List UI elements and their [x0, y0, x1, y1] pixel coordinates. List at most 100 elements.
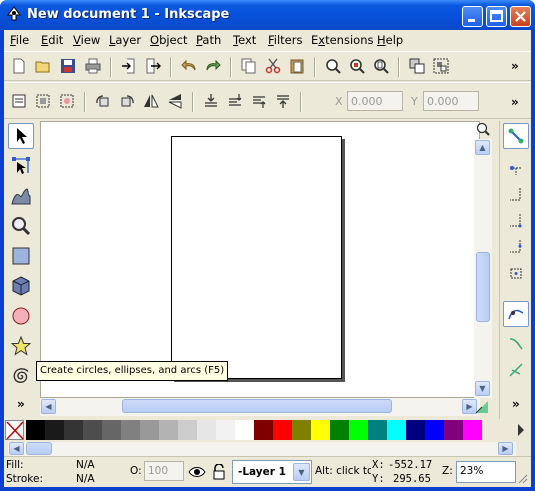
print-icon[interactable]	[84, 57, 102, 75]
snap-bbox-corner-icon[interactable]	[507, 211, 525, 229]
color-swatch[interactable]	[83, 420, 102, 440]
color-swatch[interactable]	[463, 420, 482, 440]
snap-intersections-icon[interactable]	[507, 361, 525, 379]
export-icon[interactable]	[144, 57, 162, 75]
lower-to-bottom-icon[interactable]	[202, 92, 220, 110]
zoom-page-icon[interactable]	[372, 57, 390, 75]
selector-tool[interactable]	[8, 123, 34, 149]
color-management-icon[interactable]	[474, 399, 490, 415]
title-bar[interactable]: New document 1 - Inkscape	[0, 0, 535, 30]
color-swatch[interactable]	[102, 420, 121, 440]
snap-bbox-center-icon[interactable]	[507, 263, 525, 281]
duplicate-icon[interactable]	[408, 57, 426, 75]
document-page[interactable]	[171, 136, 342, 379]
layer-selector[interactable]: -Layer 1 ▼	[232, 460, 312, 484]
visibility-eye-icon[interactable]	[188, 463, 206, 481]
snap-bbox-edge-icon[interactable]	[507, 185, 525, 203]
spiral-tool[interactable]	[8, 363, 34, 389]
color-swatch[interactable]	[235, 420, 254, 440]
lock-icon[interactable]	[210, 463, 228, 481]
flip-vertical-icon[interactable]	[166, 92, 184, 110]
raise-icon[interactable]	[250, 92, 268, 110]
vertical-scroll-thumb[interactable]	[476, 252, 490, 322]
rotate-ccw-icon[interactable]	[94, 92, 112, 110]
toolbox-overflow[interactable]: »	[17, 397, 25, 411]
paste-icon[interactable]	[288, 57, 306, 75]
menu-help[interactable]: Help	[377, 33, 403, 47]
menu-filters[interactable]: Filters	[268, 33, 302, 47]
star-tool[interactable]	[8, 333, 34, 359]
menu-file[interactable]: File	[10, 33, 29, 47]
ellipse-tool[interactable]	[8, 303, 34, 329]
palette-scroll-thumb[interactable]	[26, 442, 52, 455]
tweak-tool[interactable]	[8, 183, 34, 209]
redo-icon[interactable]	[204, 57, 222, 75]
color-swatch[interactable]	[254, 420, 273, 440]
color-swatch[interactable]	[26, 420, 45, 440]
flip-horizontal-icon[interactable]	[142, 92, 160, 110]
opacity-field[interactable]: 100	[144, 461, 184, 481]
controls-toolbar-overflow[interactable]: »	[511, 95, 519, 109]
menu-layer[interactable]: Layer	[109, 33, 141, 47]
zoom-tool[interactable]	[8, 213, 34, 239]
color-swatch[interactable]	[64, 420, 83, 440]
palette-scroll-icon[interactable]	[515, 421, 527, 439]
zoom-1-to-1-icon[interactable]	[475, 121, 491, 137]
group-icon[interactable]	[432, 57, 450, 75]
deselect-icon[interactable]	[58, 92, 76, 110]
command-toolbar-overflow[interactable]: »	[511, 59, 519, 73]
scroll-left-button[interactable]: ◀	[41, 399, 56, 414]
drawing-canvas[interactable]	[40, 121, 480, 398]
color-swatch[interactable]	[444, 420, 463, 440]
color-swatch[interactable]	[121, 420, 140, 440]
menu-path[interactable]: Path	[196, 33, 221, 47]
import-icon[interactable]	[120, 57, 138, 75]
3d-box-tool[interactable]	[8, 273, 34, 299]
raise-to-top-icon[interactable]	[274, 92, 292, 110]
menu-extensions[interactable]: Extensions	[311, 33, 373, 47]
menu-text[interactable]: Text	[233, 33, 256, 47]
color-swatch[interactable]	[330, 420, 349, 440]
vertical-scrollbar[interactable]: ▲ ▼	[474, 139, 492, 398]
zoom-selection-icon[interactable]	[324, 57, 342, 75]
scroll-down-button[interactable]: ▼	[475, 381, 490, 396]
color-swatch[interactable]	[197, 420, 216, 440]
zoom-drawing-icon[interactable]	[348, 57, 366, 75]
resize-grip-icon[interactable]	[517, 473, 529, 485]
color-swatch[interactable]	[349, 420, 368, 440]
save-icon[interactable]	[59, 57, 77, 75]
palette-scroll-right[interactable]: ▶	[498, 442, 513, 455]
color-swatch[interactable]	[387, 420, 406, 440]
menu-object[interactable]: Object	[150, 33, 187, 47]
select-all-layers-icon[interactable]	[34, 92, 52, 110]
rectangle-tool[interactable]	[8, 243, 34, 269]
color-swatch[interactable]	[140, 420, 159, 440]
enable-snapping-toggle[interactable]	[503, 123, 529, 149]
menu-edit[interactable]: Edit	[41, 33, 63, 47]
zoom-field[interactable]: 23%	[456, 461, 516, 483]
color-swatch[interactable]	[368, 420, 387, 440]
snap-nodes-toggle[interactable]	[503, 301, 529, 327]
layer-dropdown-button[interactable]: ▼	[293, 463, 310, 481]
snap-paths-icon[interactable]	[507, 335, 525, 353]
maximize-button[interactable]	[486, 6, 507, 27]
lower-icon[interactable]	[226, 92, 244, 110]
x-coordinate-field[interactable]: 0.000	[347, 91, 403, 111]
color-swatch[interactable]	[273, 420, 292, 440]
color-swatch[interactable]	[311, 420, 330, 440]
color-swatch[interactable]	[159, 420, 178, 440]
palette-scrollbar[interactable]: ◀ ▶	[8, 442, 516, 456]
rotate-cw-icon[interactable]	[118, 92, 136, 110]
minimize-button[interactable]	[462, 6, 483, 27]
menu-view[interactable]: View	[73, 33, 100, 47]
undo-icon[interactable]	[180, 57, 198, 75]
no-paint-swatch[interactable]	[5, 420, 24, 440]
color-swatch[interactable]	[292, 420, 311, 440]
palette-scroll-left[interactable]: ◀	[9, 442, 24, 455]
color-swatch[interactable]	[406, 420, 425, 440]
cut-icon[interactable]	[264, 57, 282, 75]
snap-bar-overflow[interactable]: »	[512, 397, 520, 411]
fill-value[interactable]: N/A	[76, 459, 95, 471]
horizontal-scrollbar[interactable]: ◀ ▶	[40, 398, 480, 416]
snap-bbox-icon[interactable]	[507, 159, 525, 177]
